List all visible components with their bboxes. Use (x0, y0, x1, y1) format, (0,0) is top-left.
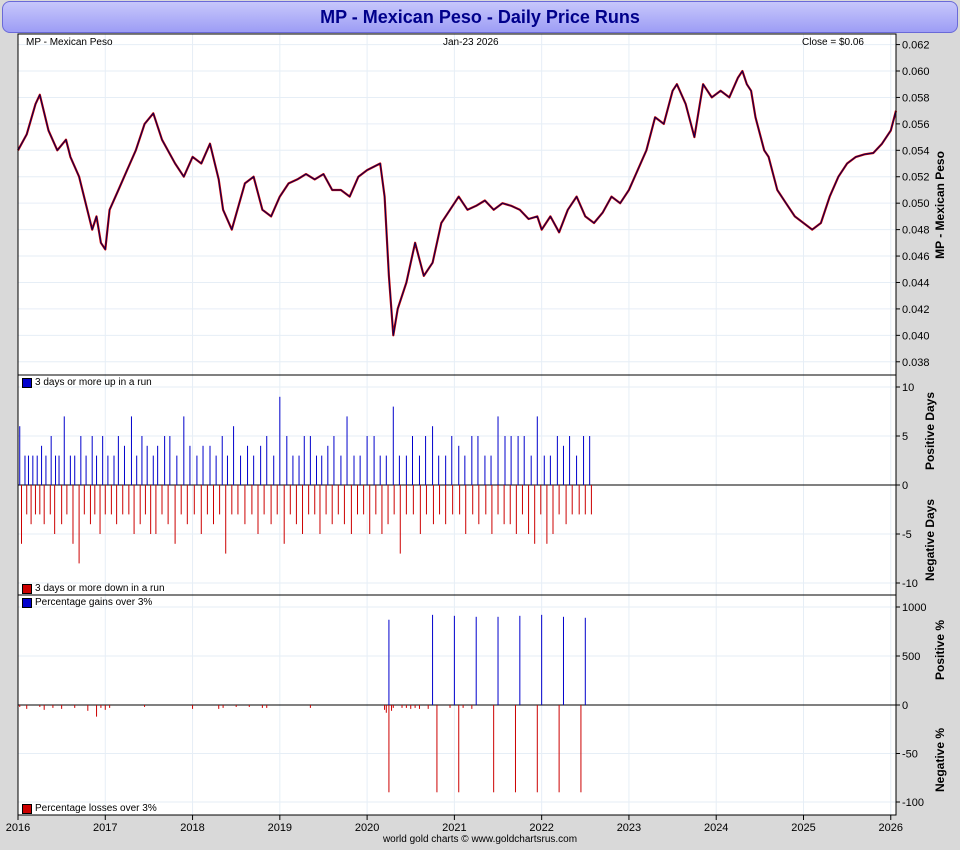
legend-down-runs-swatch (22, 584, 32, 594)
pct-tick-label: 500 (902, 651, 920, 663)
header-close-label: Close = $0.06 (802, 37, 864, 48)
price-tick-label: 0.038 (902, 357, 930, 369)
year-tick-label: 2019 (268, 822, 292, 834)
runs-tick-label: -5 (902, 529, 912, 541)
year-tick-label: 2025 (791, 822, 815, 834)
runs-tick-label: 0 (902, 480, 908, 492)
price-tick-label: 0.052 (902, 172, 930, 184)
legend-up-runs-swatch (22, 378, 32, 388)
negative-pct-axis-title: Negative % (933, 727, 947, 793)
legend-gains-label: Percentage gains over 3% (35, 597, 153, 608)
pct-tick-label: -50 (902, 749, 918, 761)
legend-down-runs-label: 3 days or more down in a run (35, 583, 165, 594)
year-tick-label: 2018 (180, 822, 204, 834)
year-tick-label: 2020 (355, 822, 379, 834)
legend-up-runs-label: 3 days or more up in a run (35, 377, 152, 388)
footer-credit: world gold charts © www.goldchartsrus.co… (382, 834, 578, 845)
runs-tick-label: 5 (902, 431, 908, 443)
price-tick-label: 0.062 (902, 40, 930, 52)
legend-losses-swatch (22, 804, 32, 814)
chart-frame: MP - Mexican Peso - Daily Price Runs 201… (0, 0, 960, 850)
price-tick-label: 0.040 (902, 330, 930, 342)
positive-days-axis-title: Positive Days (923, 391, 937, 471)
year-tick-label: 2023 (617, 822, 641, 834)
price-tick-label: 0.054 (902, 145, 930, 157)
pct-tick-label: 1000 (902, 602, 926, 614)
price-tick-label: 0.056 (902, 119, 930, 131)
price-tick-label: 0.042 (902, 304, 930, 316)
price-tick-label: 0.050 (902, 198, 930, 210)
year-tick-label: 2026 (879, 822, 903, 834)
positive-pct-axis-title: Positive % (933, 619, 947, 681)
legend-losses-label: Percentage losses over 3% (35, 803, 157, 814)
legend-gains-swatch (22, 598, 32, 608)
header-date-label: Jan-23 2026 (443, 37, 499, 48)
price-tick-label: 0.046 (902, 251, 930, 263)
year-tick-label: 2021 (442, 822, 466, 834)
price-tick-label: 0.048 (902, 225, 930, 237)
price-tick-label: 0.058 (902, 92, 930, 104)
year-tick-label: 2017 (93, 822, 117, 834)
price-axis-title: MP - Mexican Peso (933, 151, 947, 259)
year-tick-label: 2016 (6, 822, 30, 834)
pct-tick-label: 0 (902, 700, 908, 712)
panel-border (17, 33, 897, 376)
negative-days-axis-title: Negative Days (923, 498, 937, 582)
price-tick-label: 0.060 (902, 66, 930, 78)
header-left-label: MP - Mexican Peso (26, 37, 113, 48)
runs-tick-label: 10 (902, 382, 914, 394)
runs-tick-label: -10 (902, 578, 918, 590)
chart-svg: 2016 2017 2018 2019 2020 2021 2022 2023 2024 2025… (6, 33, 930, 834)
year-tick-label: 2022 (529, 822, 553, 834)
year-tick-label: 2024 (704, 822, 728, 834)
pct-tick-label: -100 (902, 797, 924, 809)
price-tick-label: 0.044 (902, 277, 930, 289)
